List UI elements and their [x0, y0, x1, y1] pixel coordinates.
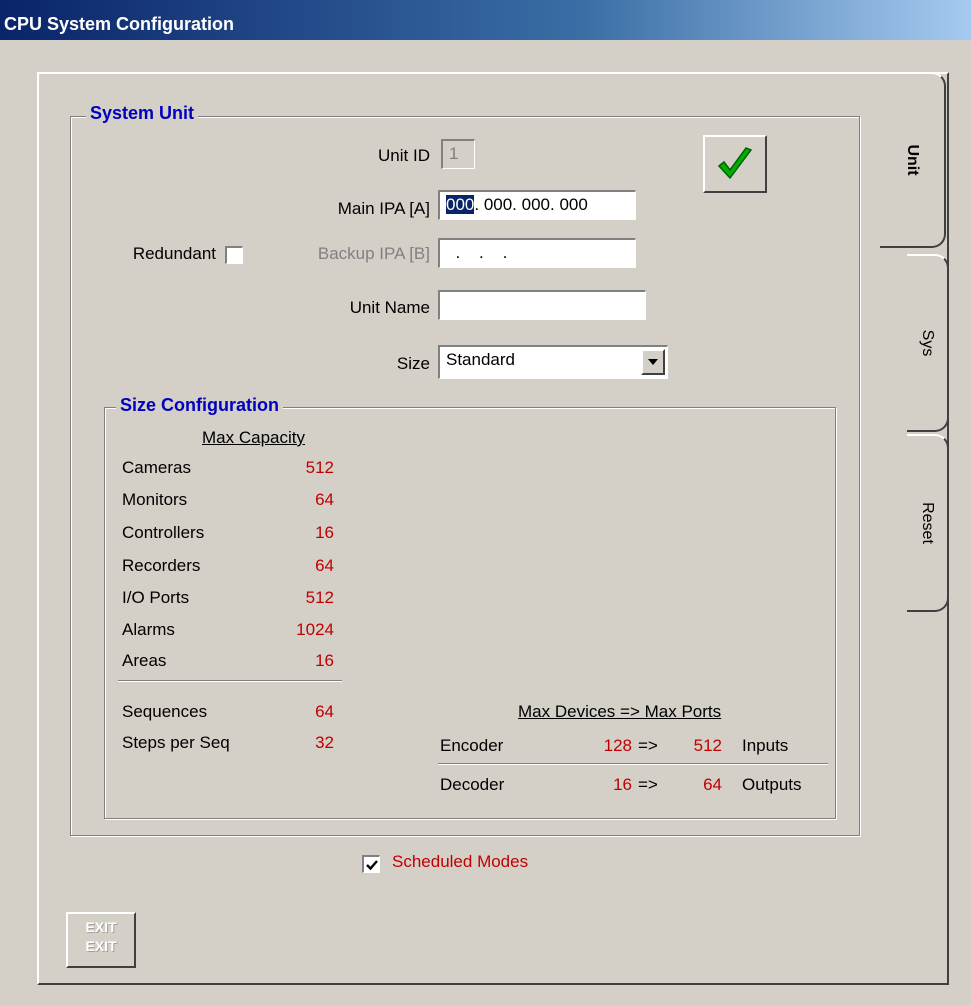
capacity-label-cameras: Cameras [122, 458, 191, 477]
exit-label-line2: EXIT [85, 938, 117, 954]
backup-ipa-field[interactable]: . . . [438, 238, 636, 268]
window-title: CPU System Configuration [0, 0, 971, 40]
tab-sys[interactable]: Sys [907, 254, 949, 432]
main-ipa-rest: . 000. 000. 000 [474, 195, 588, 214]
capacity-value-alarms: 1024 [296, 620, 334, 639]
tab-unit[interactable]: Unit [880, 72, 946, 248]
main-ipa-label: Main IPA [A] [337, 199, 430, 218]
capacity-label-alarms: Alarms [122, 620, 175, 639]
main-ipa-selected: 000 [446, 195, 475, 214]
capacity-value-cameras: 512 [305, 458, 334, 477]
scheduled-modes-checkbox[interactable] [362, 855, 380, 873]
decoder-ports: 64 [703, 775, 722, 794]
capacity-label-areas: Areas [122, 651, 167, 670]
capacity-value-recorders: 64 [315, 556, 334, 575]
capacity-value-areas: 16 [315, 651, 334, 670]
capacity-value-io-ports: 512 [305, 588, 334, 607]
exit-button[interactable]: EXIT EXIT [66, 912, 136, 968]
size-label: Size [396, 354, 430, 373]
capacity-value-controllers: 16 [315, 523, 334, 542]
sequences-value: 64 [315, 702, 334, 721]
chevron-down-icon [648, 359, 658, 365]
capacity-label-controllers: Controllers [122, 523, 205, 542]
steps-per-seq-label: Steps per Seq [122, 733, 230, 752]
unit-id-field: 1 [441, 139, 475, 169]
backup-ipa-label: Backup IPA [B] [317, 244, 430, 263]
redundant-checkbox[interactable] [225, 246, 243, 264]
encoder-devices: 128 [603, 736, 632, 755]
sequences-label: Sequences [122, 702, 208, 721]
apply-button[interactable] [703, 135, 767, 193]
size-selected-value: Standard [446, 350, 515, 369]
capacity-divider [118, 680, 342, 682]
encoder-arrow: => [638, 736, 658, 755]
unit-id-label: Unit ID [378, 146, 430, 165]
scheduled-modes-label: Scheduled Modes [392, 852, 529, 871]
system-unit-legend: System Unit [86, 103, 199, 124]
redundant-label: Redundant [132, 244, 216, 263]
main-ipa-field[interactable]: 000. 000. 000. 000 [438, 190, 636, 220]
devices-divider [438, 763, 828, 765]
capacity-label-recorders: Recorders [122, 556, 201, 575]
size-configuration-group [104, 407, 836, 819]
size-select[interactable]: Standard [438, 345, 668, 379]
capacity-label-io-ports: I/O Ports [122, 588, 190, 607]
decoder-devices: 16 [613, 775, 632, 794]
checkmark-icon [717, 147, 753, 180]
exit-label-line1: EXIT [85, 919, 117, 935]
encoder-label: Encoder [440, 736, 504, 755]
max-capacity-header: Max Capacity [202, 428, 305, 447]
tab-reset[interactable]: Reset [907, 434, 949, 612]
encoder-ports: 512 [693, 736, 722, 755]
encoder-port-type: Inputs [742, 736, 789, 755]
decoder-label: Decoder [440, 775, 505, 794]
devices-header: Max Devices => Max Ports [518, 702, 722, 721]
decoder-port-type: Outputs [742, 775, 802, 794]
steps-per-seq-value: 32 [315, 733, 334, 752]
size-dropdown-button[interactable] [641, 349, 665, 375]
size-configuration-legend: Size Configuration [116, 395, 283, 416]
capacity-value-monitors: 64 [315, 490, 334, 509]
checkbox-check-icon [366, 860, 378, 871]
unit-name-field[interactable] [438, 290, 646, 320]
capacity-label-monitors: Monitors [122, 490, 188, 509]
decoder-arrow: => [638, 775, 658, 794]
unit-name-label: Unit Name [349, 298, 430, 317]
